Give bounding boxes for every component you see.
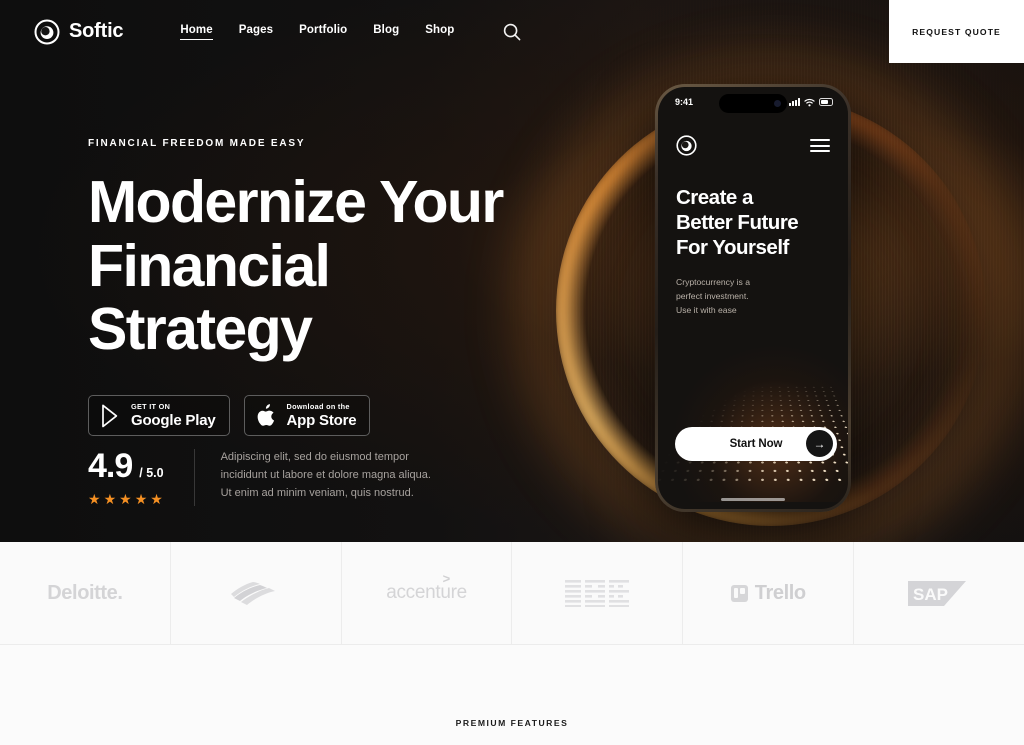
nav-links: Home Pages Portfolio Blog Shop	[180, 22, 522, 42]
phone-status-bar: 9:41	[658, 87, 848, 117]
accenture-caret-icon: >	[442, 571, 451, 586]
phone-subtitle-line-1: Cryptocurrency is a	[676, 277, 751, 287]
app-store-button[interactable]: Download on the App Store	[243, 395, 371, 437]
app-store-small-label: Download on the	[286, 402, 350, 412]
phone-status-icons	[789, 98, 833, 107]
phone-subtitle: Cryptocurrency is a perfect investment. …	[676, 276, 830, 318]
brand-name: Softic	[69, 20, 124, 42]
hero-eyebrow: FINANCIAL FREEDOM MADE EASY	[88, 138, 306, 149]
app-store-label: App Store	[286, 412, 357, 430]
dynamic-island	[719, 94, 787, 113]
phone-header	[658, 117, 848, 156]
logo-cell-trello[interactable]: Trello	[683, 542, 855, 644]
rating-score-block: 4.9 / 5.0 ★ ★ ★ ★ ★	[88, 449, 195, 506]
phone-title: Create a Better Future For Yourself	[676, 185, 830, 260]
hamburger-menu-icon[interactable]	[810, 139, 830, 152]
phone-mockup: 9:41 Create a Better Future For Yourself…	[655, 84, 851, 512]
phone-screen: 9:41 Create a Better Future For Yourself…	[658, 87, 848, 509]
features-eyebrow: PREMIUM FEATURES	[455, 718, 569, 728]
star-icon: ★	[88, 491, 101, 507]
phone-title-line-3: For Yourself	[676, 236, 789, 259]
nav-link-home[interactable]: Home	[180, 24, 213, 40]
client-logo-strip: Deloitte. accenture > Trello SAP	[0, 542, 1024, 645]
phone-title-line-1: Create a	[676, 186, 753, 209]
search-icon[interactable]	[502, 22, 522, 42]
start-now-label: Start Now	[729, 438, 783, 450]
logo-cell-deloitte[interactable]: Deloitte.	[0, 542, 171, 644]
battery-icon	[819, 98, 833, 106]
rating-score: 4.9	[88, 447, 133, 485]
google-play-label: Google Play	[131, 412, 216, 430]
phone-subtitle-line-3: Use it with ease	[676, 304, 737, 315]
home-indicator	[721, 497, 785, 501]
hero-title: Modernize Your Financial Strategy	[88, 169, 558, 363]
logo-cell-accenture[interactable]: accenture >	[342, 542, 513, 644]
signal-bars-icon	[789, 98, 800, 106]
hero-title-line-2: Financial Strategy	[88, 232, 331, 363]
accenture-logo: accenture >	[386, 571, 467, 604]
wifi-icon	[804, 98, 815, 106]
nav-link-pages[interactable]: Pages	[239, 24, 273, 39]
arrow-right-icon: →	[806, 430, 833, 457]
star-icon: ★	[150, 491, 163, 507]
google-play-small-label: GET IT ON	[131, 402, 171, 412]
features-title: Trusted app for business	[344, 741, 680, 745]
rating-out-of: / 5.0	[139, 466, 164, 480]
google-play-button[interactable]: GET IT ON Google Play	[88, 395, 230, 437]
svg-text:SAP: SAP	[913, 585, 948, 604]
logo-cell-sap[interactable]: SAP	[854, 542, 1024, 644]
star-icon: ★	[134, 491, 148, 507]
rating-block: 4.9 / 5.0 ★ ★ ★ ★ ★ Adipiscing elit, sed…	[88, 449, 436, 506]
request-quote-button[interactable]: REQUEST QUOTE	[889, 0, 1024, 63]
star-icon: ★	[119, 491, 132, 507]
features-section: PREMIUM FEATURES Trusted app for busines…	[0, 645, 1024, 745]
softic-circle-logo-icon	[34, 19, 60, 44]
star-icon: ★	[103, 491, 117, 507]
phone-title-line-2: Better Future	[676, 211, 799, 234]
front-camera-icon	[774, 100, 781, 107]
hero-copy: FINANCIAL FREEDOM MADE EASY Modernize Yo…	[88, 138, 558, 437]
hero-title-line-1: Modernize Your	[88, 169, 504, 235]
brand-logo[interactable]: Softic	[34, 19, 124, 45]
phone-subtitle-line-2: perfect investment.	[676, 290, 749, 301]
nav-link-portfolio[interactable]: Portfolio	[299, 24, 347, 39]
apple-icon	[257, 403, 274, 426]
deloitte-logo: Deloitte.	[47, 581, 123, 604]
rating-description: Adipiscing elit, sed do eiusmod tempor i…	[220, 451, 431, 499]
phone-status-time: 9:41	[675, 97, 694, 107]
logo-cell-ibm[interactable]	[512, 542, 684, 644]
ibm-logo-icon	[565, 579, 630, 607]
sap-logo-icon: SAP	[908, 580, 967, 606]
trello-logo: Trello	[754, 581, 806, 604]
trello-logo-icon	[730, 584, 748, 602]
nav-link-shop[interactable]: Shop	[425, 24, 454, 39]
main-navigation: Softic Home Pages Portfolio Blog Shop RE…	[0, 0, 1024, 63]
softic-circle-logo-icon	[676, 135, 697, 156]
logo-cell-bank-of-america[interactable]	[171, 542, 342, 644]
phone-body: Create a Better Future For Yourself Cryp…	[658, 156, 848, 318]
google-play-icon	[102, 404, 118, 428]
hero-section: Softic Home Pages Portfolio Blog Shop RE…	[0, 0, 1024, 542]
bank-of-america-logo-icon	[230, 582, 275, 605]
start-now-button[interactable]: Start Now →	[675, 427, 837, 461]
nav-link-blog[interactable]: Blog	[373, 24, 399, 39]
store-badges: GET IT ON Google Play Download on the Ap…	[88, 395, 558, 437]
accenture-wordmark: accenture	[386, 582, 467, 603]
rating-stars: ★ ★ ★ ★ ★	[88, 492, 164, 506]
